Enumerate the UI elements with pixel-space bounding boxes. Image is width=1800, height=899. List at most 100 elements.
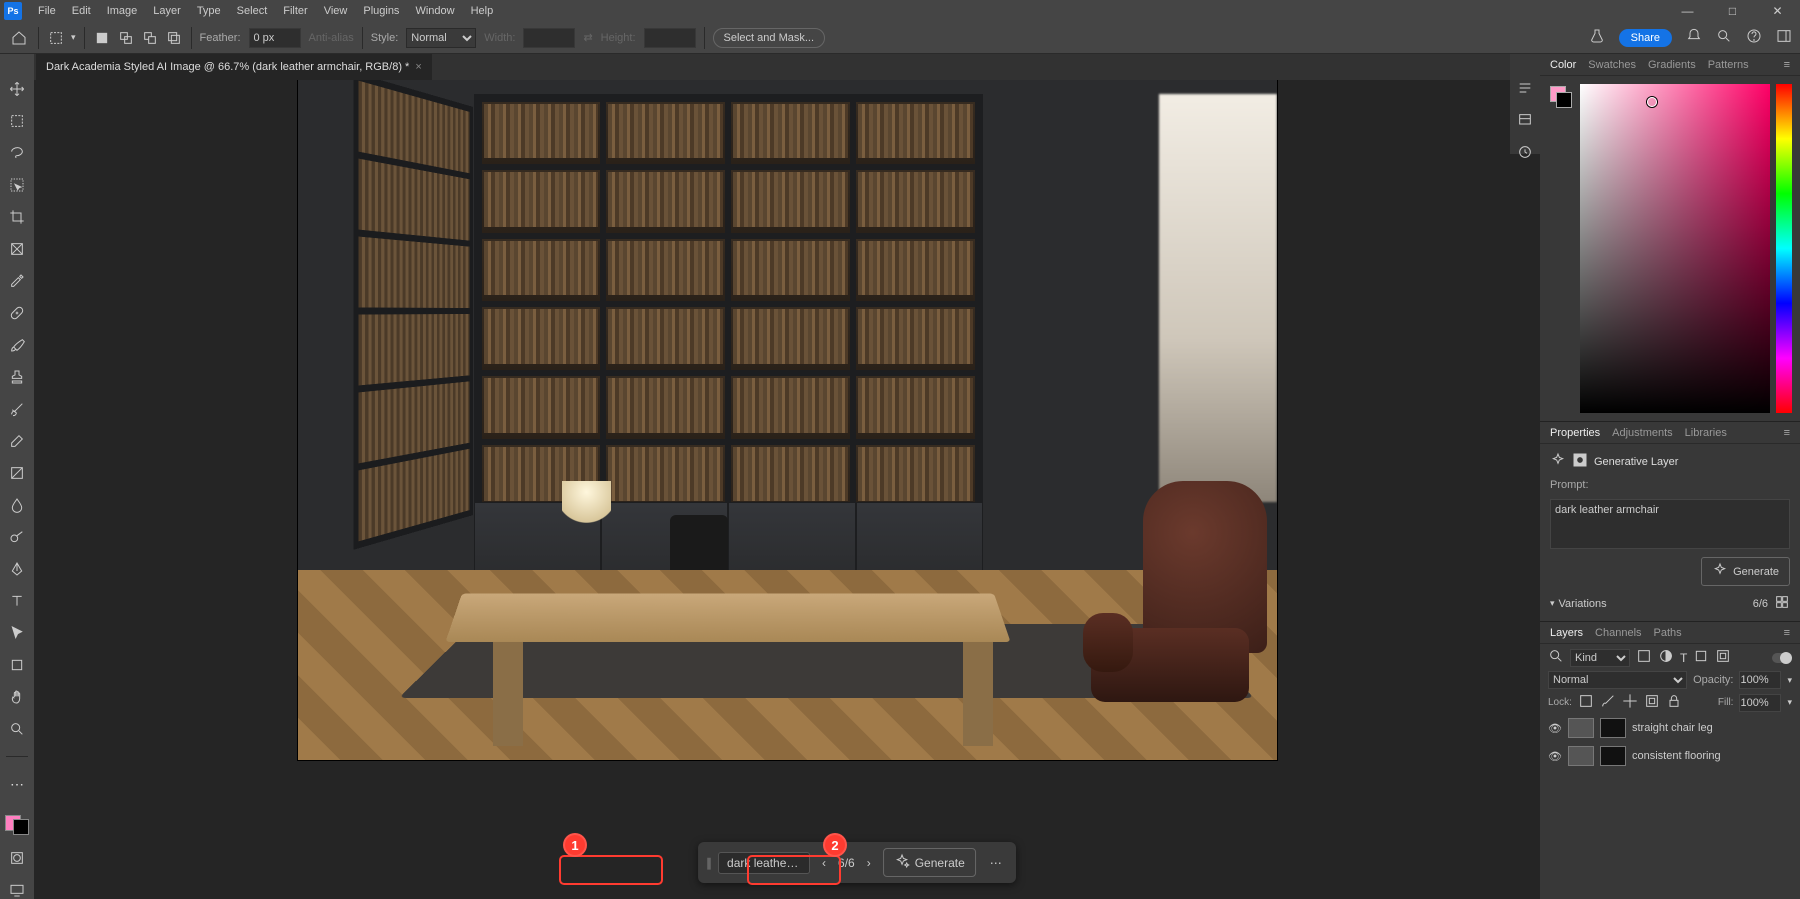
color-picker[interactable] — [1540, 76, 1800, 421]
prompt-input[interactable]: dark leather ar... — [718, 852, 810, 874]
menu-select[interactable]: Select — [229, 5, 276, 17]
brush-tool-icon[interactable] — [5, 336, 29, 354]
fill-input[interactable] — [1739, 694, 1781, 712]
filter-smart-icon[interactable] — [1715, 648, 1731, 667]
tab-gradients[interactable]: Gradients — [1648, 59, 1696, 71]
edit-toolbar-icon[interactable]: ⋯ — [5, 775, 29, 793]
filter-adjust-icon[interactable] — [1658, 648, 1674, 667]
tab-swatches[interactable]: Swatches — [1588, 59, 1636, 71]
hand-tool-icon[interactable] — [5, 688, 29, 706]
tab-properties[interactable]: Properties — [1550, 427, 1600, 439]
frame-tool-icon[interactable] — [5, 240, 29, 258]
picker-swatches[interactable] — [1550, 86, 1572, 108]
menu-file[interactable]: File — [30, 5, 64, 17]
canvas-area[interactable]: ∥ dark leather ar... ‹ 6/6 › Generate ⋯ … — [34, 80, 1540, 899]
lock-transparency-icon[interactable] — [1578, 693, 1594, 712]
chevron-down-icon[interactable]: ▾ — [1787, 675, 1792, 686]
layer-name[interactable]: consistent flooring — [1632, 750, 1721, 762]
tab-patterns[interactable]: Patterns — [1708, 59, 1749, 71]
lock-brush-icon[interactable] — [1600, 693, 1616, 712]
healing-tool-icon[interactable] — [5, 304, 29, 322]
search-icon[interactable] — [1548, 648, 1564, 667]
layer-thumbnail[interactable] — [1568, 746, 1594, 766]
panel-icon-1[interactable] — [1516, 80, 1534, 96]
eraser-tool-icon[interactable] — [5, 432, 29, 450]
screen-mode-icon[interactable] — [5, 881, 29, 899]
share-button[interactable]: Share — [1619, 29, 1672, 47]
panel-menu-icon[interactable]: ≡ — [1784, 627, 1790, 639]
filter-pixel-icon[interactable] — [1636, 648, 1652, 667]
tab-layers[interactable]: Layers — [1550, 627, 1583, 639]
layer-mask-thumbnail[interactable] — [1600, 718, 1626, 738]
tab-paths[interactable]: Paths — [1654, 627, 1682, 639]
history-brush-tool-icon[interactable] — [5, 400, 29, 418]
panel-menu-icon[interactable]: ≡ — [1784, 59, 1790, 71]
opacity-input[interactable] — [1739, 671, 1781, 689]
layer-name[interactable]: straight chair leg — [1632, 722, 1713, 734]
home-icon[interactable] — [8, 27, 30, 49]
eyedropper-tool-icon[interactable] — [5, 272, 29, 290]
color-cursor[interactable] — [1647, 97, 1657, 107]
chevron-down-icon[interactable]: ▾ — [1787, 697, 1792, 708]
search-icon[interactable] — [1716, 28, 1732, 47]
grid-view-icon[interactable] — [1774, 594, 1790, 613]
document-tab[interactable]: Dark Academia Styled AI Image @ 66.7% (d… — [36, 54, 432, 80]
dodge-tool-icon[interactable] — [5, 528, 29, 546]
stamp-tool-icon[interactable] — [5, 368, 29, 386]
path-select-tool-icon[interactable] — [5, 624, 29, 642]
selection-intersect-icon[interactable] — [165, 29, 183, 47]
blend-mode-select[interactable]: Normal — [1548, 671, 1687, 689]
chevron-down-icon[interactable]: ▾ — [71, 32, 76, 43]
zoom-tool-icon[interactable] — [5, 720, 29, 738]
gradient-tool-icon[interactable] — [5, 464, 29, 482]
tab-libraries[interactable]: Libraries — [1685, 427, 1727, 439]
shape-tool-icon[interactable] — [5, 656, 29, 674]
filter-toggle[interactable] — [1772, 653, 1792, 663]
question-icon[interactable] — [1746, 28, 1762, 47]
visibility-icon[interactable]: 👁 — [1548, 750, 1562, 763]
prompt-textarea[interactable]: dark leather armchair — [1550, 499, 1790, 549]
panel-menu-icon[interactable]: ≡ — [1784, 427, 1790, 439]
history-panel-icon[interactable] — [1516, 144, 1534, 160]
background-swatch[interactable] — [13, 819, 29, 835]
lock-all-icon[interactable] — [1666, 693, 1682, 712]
filter-kind-select[interactable]: Kind — [1570, 649, 1630, 667]
menu-filter[interactable]: Filter — [275, 5, 315, 17]
filter-type-icon[interactable]: T — [1680, 651, 1687, 665]
marquee-tool-icon[interactable] — [47, 29, 65, 47]
menu-edit[interactable]: Edit — [64, 5, 99, 17]
selection-add-icon[interactable] — [117, 29, 135, 47]
chevron-down-icon[interactable]: ▾ — [1550, 598, 1555, 609]
drag-handle-icon[interactable]: ∥ — [706, 856, 710, 870]
color-field[interactable] — [1580, 84, 1770, 413]
menu-window[interactable]: Window — [407, 5, 462, 17]
maximize-icon[interactable]: □ — [1710, 0, 1755, 22]
quick-mask-icon[interactable] — [5, 849, 29, 867]
minimize-icon[interactable]: — — [1665, 0, 1710, 22]
blur-tool-icon[interactable] — [5, 496, 29, 514]
tab-channels[interactable]: Channels — [1595, 627, 1641, 639]
visibility-icon[interactable]: 👁 — [1548, 722, 1562, 735]
lock-position-icon[interactable] — [1622, 693, 1638, 712]
marquee-tool-icon[interactable] — [5, 112, 29, 130]
bell-icon[interactable] — [1686, 28, 1702, 47]
menu-help[interactable]: Help — [463, 5, 502, 17]
hue-slider[interactable] — [1776, 84, 1792, 413]
filter-shape-icon[interactable] — [1693, 648, 1709, 667]
pen-tool-icon[interactable] — [5, 560, 29, 578]
feather-input[interactable] — [249, 28, 301, 48]
next-variation-icon[interactable]: › — [863, 856, 875, 870]
tab-close-icon[interactable]: × — [415, 61, 421, 73]
lock-nested-icon[interactable] — [1644, 693, 1660, 712]
lasso-tool-icon[interactable] — [5, 144, 29, 162]
workspace-icon[interactable] — [1776, 28, 1792, 47]
layer-mask-thumbnail[interactable] — [1600, 746, 1626, 766]
move-tool-icon[interactable] — [5, 80, 29, 98]
type-tool-icon[interactable] — [5, 592, 29, 610]
properties-generate-button[interactable]: Generate — [1701, 557, 1790, 586]
document-canvas[interactable] — [298, 80, 1277, 760]
layer-thumbnail[interactable] — [1568, 718, 1594, 738]
menu-view[interactable]: View — [316, 5, 356, 17]
layer-item[interactable]: 👁 consistent flooring — [1548, 744, 1792, 768]
close-icon[interactable]: ✕ — [1755, 0, 1800, 22]
